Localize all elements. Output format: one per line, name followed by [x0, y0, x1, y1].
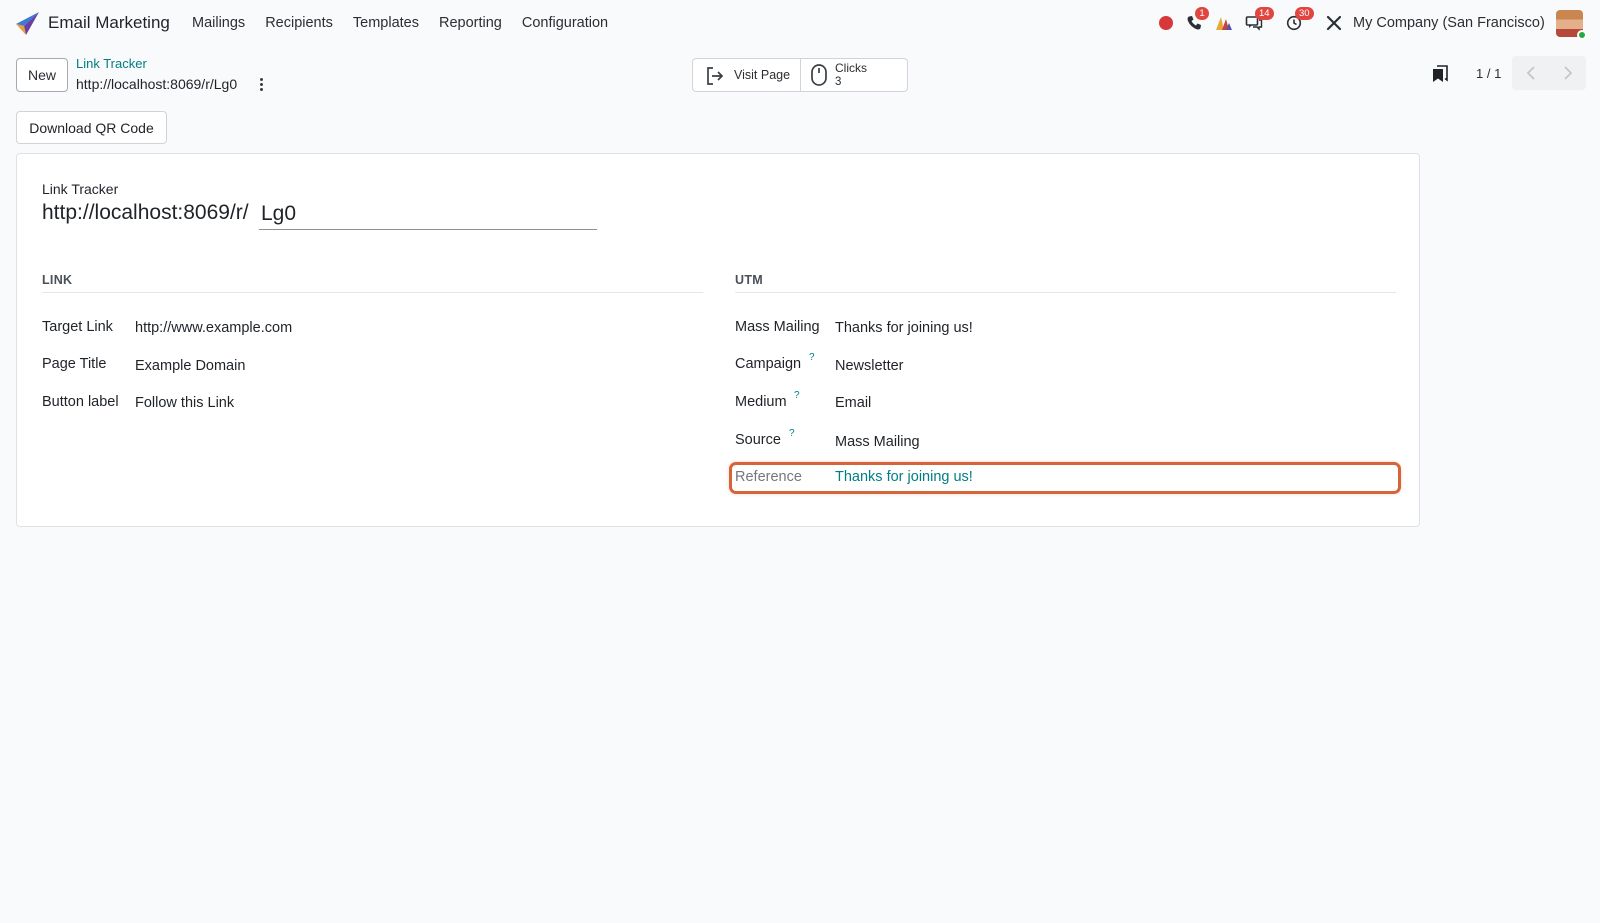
- menu-reporting[interactable]: Reporting: [439, 15, 502, 31]
- email-marketing-app-logo-icon[interactable]: [14, 10, 40, 36]
- group-title-utm: UTM: [735, 273, 763, 287]
- mouse-pointer-icon: [811, 64, 827, 86]
- reference-highlight-box: [729, 462, 1401, 494]
- bookmarks-icon[interactable]: [1432, 65, 1448, 83]
- activities-badge: 30: [1295, 7, 1314, 20]
- source-help-icon[interactable]: ?: [789, 428, 795, 439]
- pager-next-button[interactable]: [1549, 56, 1586, 90]
- clicks-label: Clicks: [835, 61, 867, 75]
- visit-page-label: Visit Page: [734, 68, 791, 82]
- button-label-label: Button label: [42, 394, 119, 410]
- group-divider: [42, 292, 703, 293]
- medium-help-icon[interactable]: ?: [794, 390, 800, 401]
- form-sheet: Link Tracker http://localhost:8069/r/ Lg…: [16, 153, 1420, 527]
- app-name[interactable]: Email Marketing: [48, 13, 170, 33]
- breadcrumb-link-tracker[interactable]: Link Tracker: [76, 56, 147, 71]
- pager-previous-button[interactable]: [1512, 56, 1549, 90]
- breadcrumb-current-record: http://localhost:8069/r/Lg0: [76, 76, 238, 92]
- new-button[interactable]: New: [16, 58, 68, 92]
- reference-label: Reference: [735, 469, 802, 485]
- record-actions-menu-icon[interactable]: [254, 75, 268, 93]
- short-code-input[interactable]: Lg0: [261, 202, 296, 226]
- sign-out-icon: [707, 67, 724, 85]
- smart-buttons: Visit Page Clicks 3: [692, 58, 908, 92]
- mass-mailing-label: Mass Mailing: [735, 319, 820, 335]
- group-divider: [735, 292, 1396, 293]
- reference-link[interactable]: Thanks for joining us!: [835, 469, 973, 485]
- menu-recipients[interactable]: Recipients: [265, 15, 333, 31]
- menu-configuration[interactable]: Configuration: [522, 15, 608, 31]
- ai-assistant-icon[interactable]: [1213, 12, 1235, 34]
- chevron-right-icon: [1563, 66, 1572, 80]
- target-link-field[interactable]: http://www.example.com: [135, 320, 292, 336]
- short-url-prefix: http://localhost:8069/r/: [42, 201, 249, 224]
- messages-icon[interactable]: 14: [1243, 7, 1274, 34]
- campaign-field[interactable]: Newsletter: [835, 358, 904, 374]
- page-title-field[interactable]: Example Domain: [135, 358, 245, 374]
- pager-buttons: [1512, 56, 1586, 90]
- record-title-label: Link Tracker: [42, 181, 119, 197]
- debug-tools-icon[interactable]: [1323, 12, 1345, 34]
- clicks-button[interactable]: Clicks 3: [801, 59, 907, 91]
- clicks-count: 3: [835, 76, 842, 88]
- menu-mailings[interactable]: Mailings: [192, 15, 245, 31]
- phone-badge: 1: [1195, 7, 1209, 20]
- top-navbar: Email Marketing Mailings Recipients Temp…: [0, 0, 1600, 46]
- menu-templates[interactable]: Templates: [353, 15, 419, 31]
- chevron-left-icon: [1526, 66, 1535, 80]
- download-qr-code-button[interactable]: Download QR Code: [16, 111, 167, 144]
- group-title-link: LINK: [42, 273, 73, 287]
- main-menu: Mailings Recipients Templates Reporting …: [192, 15, 628, 31]
- campaign-label: Campaign: [735, 356, 802, 372]
- visit-page-button[interactable]: Visit Page: [693, 59, 801, 91]
- source-label: Source: [735, 432, 781, 448]
- medium-field[interactable]: Email: [835, 395, 871, 411]
- company-switcher[interactable]: My Company (San Francisco): [1353, 15, 1545, 31]
- online-status-icon: [1577, 30, 1587, 40]
- button-label-field[interactable]: Follow this Link: [135, 395, 234, 411]
- page-title-label: Page Title: [42, 356, 107, 372]
- short-code-field[interactable]: Lg0: [259, 200, 597, 230]
- target-link-label: Target Link: [42, 319, 113, 335]
- phone-icon[interactable]: 1: [1183, 7, 1209, 34]
- mass-mailing-field[interactable]: Thanks for joining us!: [835, 320, 973, 336]
- source-field[interactable]: Mass Mailing: [835, 434, 920, 450]
- pager-value[interactable]: 1 / 1: [1476, 66, 1501, 81]
- messages-badge: 14: [1255, 7, 1274, 20]
- record-status-dot-icon[interactable]: [1155, 12, 1177, 34]
- medium-label: Medium: [735, 394, 787, 410]
- activities-clock-icon[interactable]: 30: [1283, 7, 1314, 34]
- campaign-help-icon[interactable]: ?: [809, 352, 815, 363]
- user-avatar[interactable]: [1556, 10, 1587, 40]
